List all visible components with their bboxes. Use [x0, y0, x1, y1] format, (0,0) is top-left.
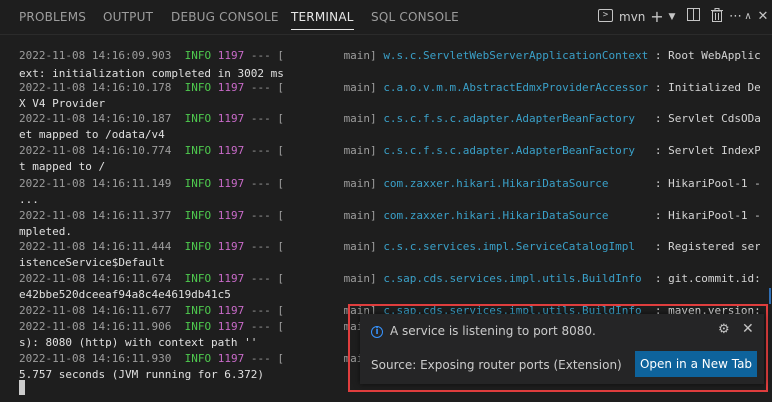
plus-icon[interactable]: +	[650, 8, 664, 26]
log-line: 2022-11-08 14:16:10.178 INFO 1197 --- [ …	[19, 81, 760, 94]
log-continuation: 5.757 seconds (JVM running for 6.372)	[19, 368, 265, 381]
log-line: 2022-11-08 14:16:10.774 INFO 1197 --- [ …	[19, 144, 760, 157]
tab-problems[interactable]: PROBLEMS	[19, 0, 86, 34]
split-icon[interactable]	[686, 8, 700, 26]
more-icon[interactable]: ⋯	[729, 8, 742, 26]
close-icon[interactable]: ✕	[742, 321, 754, 337]
notification-source: Source: Exposing router ports (Extension…	[371, 358, 622, 372]
terminal-name[interactable]: mvn	[619, 0, 645, 34]
chevron-down-icon[interactable]: ▼	[667, 8, 677, 26]
panel-tab-bar: PROBLEMS OUTPUT DEBUG CONSOLE TERMINAL S…	[0, 0, 772, 35]
close-icon[interactable]: ✕	[757, 8, 769, 26]
gear-icon[interactable]: ⚙	[718, 322, 730, 337]
terminal-icon[interactable]: >	[598, 9, 613, 22]
log-line: 2022-11-08 14:16:11.149 INFO 1197 --- [ …	[19, 177, 760, 190]
chevron-up-icon[interactable]: ∧	[743, 8, 753, 26]
tab-output[interactable]: OUTPUT	[103, 0, 153, 34]
notification-message: A service is listening to port 8080.	[390, 324, 596, 338]
tab-terminal[interactable]: TERMINAL	[291, 0, 354, 34]
scrollbar-marker	[769, 288, 771, 304]
info-icon: i	[371, 326, 383, 338]
trash-icon[interactable]	[710, 8, 724, 26]
notification-toast: i A service is listening to port 8080. ⚙…	[360, 314, 764, 384]
log-line: 2022-11-08 14:16:11.377 INFO 1197 --- [ …	[19, 209, 760, 222]
tab-debug-console[interactable]: DEBUG CONSOLE	[171, 0, 279, 34]
terminal-cursor	[19, 380, 25, 395]
open-in-new-tab-button[interactable]: Open in a New Tab	[635, 351, 757, 377]
log-line: 2022-11-08 14:16:09.903 INFO 1197 --- [ …	[19, 49, 760, 62]
log-continuation: t mapped to /	[19, 160, 106, 173]
tab-sql-console[interactable]: SQL CONSOLE	[371, 0, 459, 34]
